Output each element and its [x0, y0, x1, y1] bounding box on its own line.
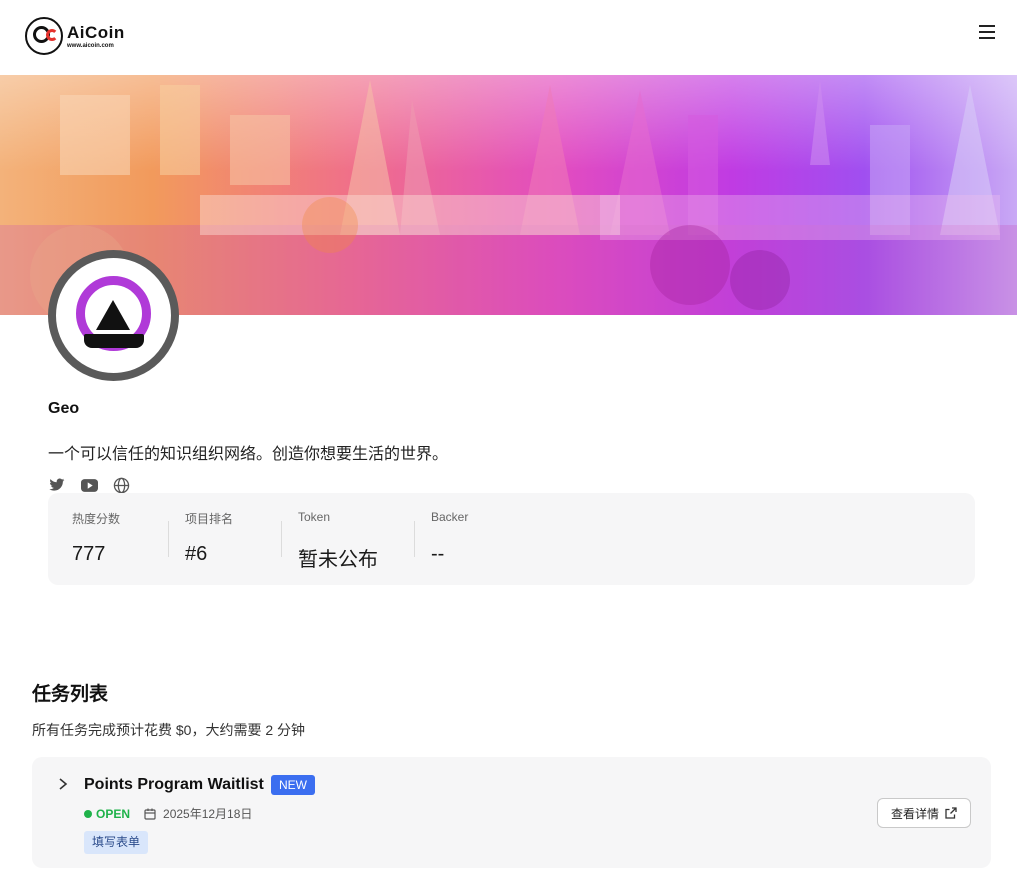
stat-value: #6: [185, 543, 208, 565]
task-name[interactable]: Points Program Waitlist: [84, 776, 264, 794]
tasks-subtitle: 所有任务完成预计花费 $0，大约需要 2 分钟: [32, 722, 306, 738]
external-link-icon: [945, 807, 957, 819]
stat-label: 热度分数: [72, 512, 121, 526]
twitter-icon[interactable]: [48, 476, 66, 494]
view-details-button[interactable]: 查看详情: [877, 798, 971, 828]
task-card[interactable]: Points Program Waitlist NEW OPEN 2025年12…: [32, 757, 991, 868]
logo-name: AiCoin: [67, 22, 125, 42]
stat-value: 777: [72, 543, 106, 565]
view-details-label: 查看详情: [890, 806, 939, 821]
status-open: OPEN: [96, 806, 131, 821]
stat-value: 暂未公布: [298, 549, 378, 571]
new-badge: NEW: [271, 775, 315, 795]
globe-icon[interactable]: [112, 476, 130, 494]
hamburger-menu-icon[interactable]: [979, 24, 995, 40]
stat-label: 项目排名: [185, 512, 234, 526]
stat-label: Token: [298, 510, 331, 524]
stat-label: Backer: [431, 510, 469, 524]
project-avatar: [48, 250, 179, 381]
social-links: [48, 476, 130, 494]
tasks-title: 任务列表: [32, 684, 109, 705]
stat-divider: [168, 521, 169, 557]
status-dot-icon: [84, 809, 92, 818]
task-status-row: OPEN 2025年12月18日: [84, 805, 252, 822]
calendar-icon: [144, 808, 156, 820]
stat-divider: [281, 521, 282, 557]
stat-divider: [414, 521, 415, 557]
logo-url: www.aicoin.com: [67, 42, 114, 49]
project-name: Geo: [48, 400, 80, 417]
stat-value: --: [431, 543, 445, 565]
aicoin-logo[interactable]: AiCoin www.aicoin.com: [25, 17, 125, 55]
task-date: 2025年12月18日: [163, 807, 253, 821]
logo-mark-icon: [25, 17, 63, 55]
top-header: AiCoin www.aicoin.com: [0, 0, 1017, 75]
chevron-right-icon[interactable]: [56, 777, 70, 791]
task-type-tag: 填写表单: [84, 831, 149, 854]
stats-panel: 热度分数 777 项目排名 #6 Token 暂未公布 Backer --: [48, 493, 975, 585]
youtube-icon[interactable]: [80, 476, 98, 494]
project-description: 一个可以信任的知识组织网络。创造你想要生活的世界。: [48, 446, 449, 463]
